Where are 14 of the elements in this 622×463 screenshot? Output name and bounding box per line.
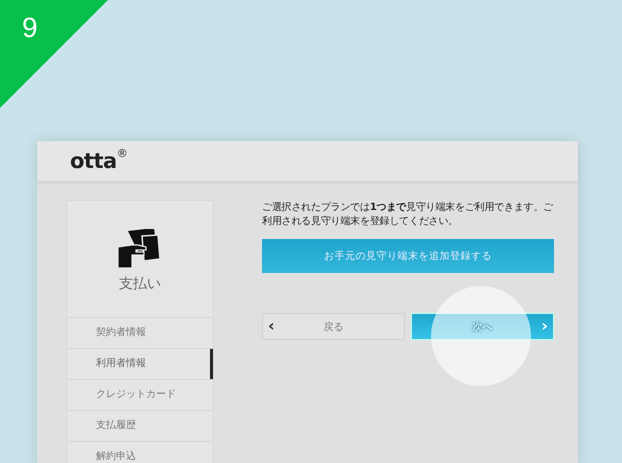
sidebar-title: 支払い bbox=[119, 275, 161, 293]
payment-card-icon bbox=[118, 229, 162, 269]
registered-mark: ® bbox=[116, 147, 128, 160]
step-number: 9 bbox=[22, 14, 38, 42]
sidebar-item[interactable]: 解約申込 bbox=[67, 442, 213, 463]
sidebar-item[interactable]: 支払履歴 bbox=[67, 411, 213, 442]
sidebar-item[interactable]: 契約者情報 bbox=[67, 318, 213, 349]
sidebar-item[interactable]: 利用者情報 bbox=[67, 349, 213, 380]
next-button[interactable]: › 次へ bbox=[411, 313, 554, 340]
add-device-button[interactable]: お手元の見守り端末を追加登録する bbox=[262, 239, 554, 273]
logo: otta bbox=[70, 149, 117, 173]
back-button[interactable]: ‹ 戻る bbox=[262, 313, 405, 340]
instruction-text: ご選択されたプランでは1つまで見守り端末をご利用できます。ご利用される見守り端末を登録してください。 bbox=[262, 201, 554, 229]
sidebar-item[interactable]: クレジットカード bbox=[67, 380, 213, 411]
